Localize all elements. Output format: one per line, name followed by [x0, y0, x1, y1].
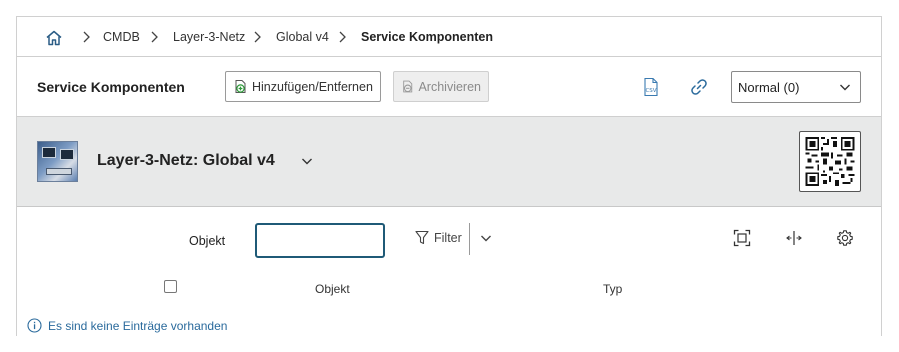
- chevron-right-icon: [254, 31, 261, 43]
- filter-options-chevron-down-icon[interactable]: [480, 234, 492, 243]
- chevron-right-icon: [83, 31, 90, 43]
- svg-text:CSV: CSV: [645, 88, 656, 94]
- breadcrumb-item-layer3[interactable]: Layer-3-Netz: [173, 30, 245, 44]
- object-title: Layer-3-Netz: Global v4: [97, 152, 275, 169]
- column-resize-icon[interactable]: [785, 229, 803, 247]
- funnel-icon: [415, 230, 429, 245]
- object-menu-chevron-down-icon[interactable]: [301, 157, 313, 166]
- network-object-image: [37, 141, 78, 182]
- breadcrumb-item-global-v4[interactable]: Global v4: [276, 30, 329, 44]
- archive-label: Archivieren: [418, 79, 481, 94]
- column-header-objekt[interactable]: Objekt: [315, 282, 350, 296]
- column-header-typ[interactable]: Typ: [603, 282, 622, 296]
- empty-state-message: Es sind keine Einträge vorhanden: [27, 318, 227, 333]
- filter-button[interactable]: Filter: [415, 230, 462, 245]
- gear-icon[interactable]: [836, 229, 854, 247]
- view-mode-select[interactable]: Normal (0): [731, 71, 861, 103]
- toolbar: Service Komponenten Hinzufügen/Entfernen…: [17, 57, 881, 117]
- csv-export-icon[interactable]: CSV: [641, 77, 661, 97]
- empty-state-text: Es sind keine Einträge vorhanden: [48, 318, 228, 333]
- page-title: Service Komponenten: [37, 79, 185, 95]
- info-icon: [27, 318, 42, 333]
- add-remove-button[interactable]: Hinzufügen/Entfernen: [225, 71, 381, 102]
- object-header: Layer-3-Netz: Global v4: [17, 117, 881, 207]
- archive-icon: [403, 80, 413, 93]
- search-input[interactable]: [255, 223, 385, 258]
- qr-code-graphic: [805, 137, 855, 186]
- breadcrumb: CMDB Layer-3-Netz Global v4 Service Komp…: [17, 17, 881, 57]
- filter-button-label: Filter: [434, 230, 462, 245]
- filter-divider: [469, 223, 470, 255]
- link-icon[interactable]: [689, 77, 709, 97]
- qr-code-icon[interactable]: [799, 131, 861, 192]
- filter-field-label: Objekt: [189, 234, 226, 248]
- add-remove-label: Hinzufügen/Entfernen: [252, 79, 373, 94]
- view-mode-value: Normal (0): [738, 79, 800, 95]
- chevron-right-icon: [339, 31, 346, 43]
- chevron-down-icon: [840, 84, 850, 91]
- archive-button[interactable]: Archivieren: [393, 71, 489, 102]
- chevron-right-icon: [151, 31, 158, 43]
- select-all-checkbox[interactable]: [164, 280, 177, 293]
- breadcrumb-item-current: Service Komponenten: [361, 30, 493, 44]
- add-document-icon: [235, 80, 246, 93]
- home-icon[interactable]: [45, 29, 63, 47]
- breadcrumb-item-cmdb[interactable]: CMDB: [103, 30, 140, 44]
- page-frame: CMDB Layer-3-Netz Global v4 Service Komp…: [16, 16, 882, 336]
- fullscreen-icon[interactable]: [733, 229, 751, 247]
